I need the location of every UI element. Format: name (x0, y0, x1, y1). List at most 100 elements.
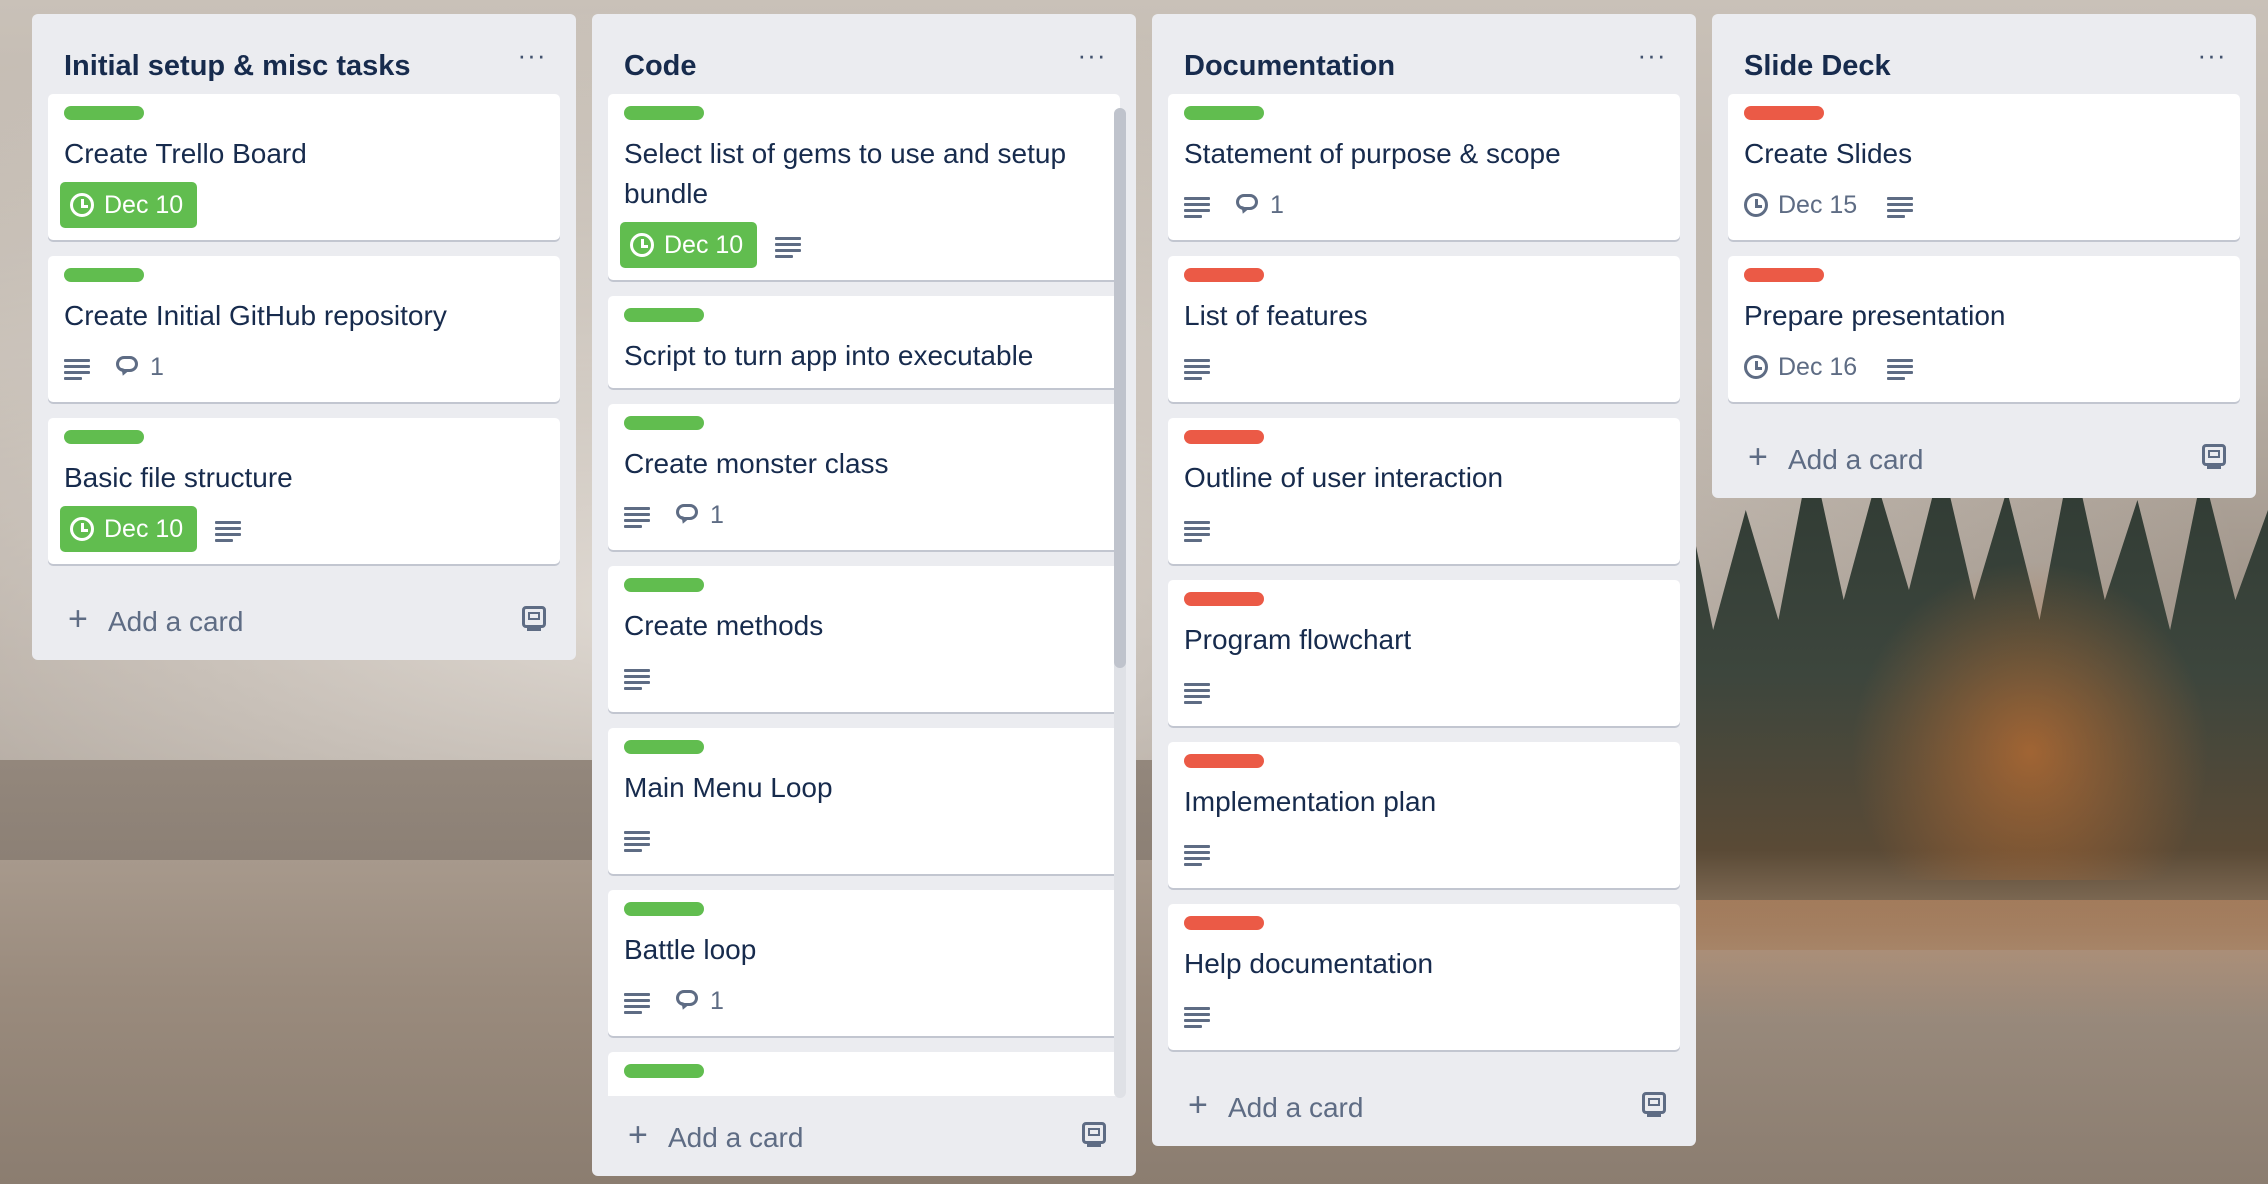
due-date-badge[interactable]: Dec 16 (1744, 344, 1869, 390)
list-title[interactable]: Documentation (1184, 50, 1395, 83)
card-label-green[interactable] (64, 268, 144, 282)
card[interactable]: Statement of purpose & scope 1 (1168, 94, 1680, 240)
card[interactable]: Implementation plan (1168, 742, 1680, 888)
description-icon (1184, 681, 1210, 704)
clock-icon (1744, 355, 1768, 379)
card-badges: Dec 10 (60, 506, 544, 552)
card-badges (624, 816, 1104, 862)
card-label-red[interactable] (1744, 268, 1824, 282)
card-label-red[interactable] (1744, 106, 1824, 120)
card-label-green[interactable] (624, 106, 704, 120)
card-template-icon[interactable] (2202, 444, 2226, 469)
list-header: Slide Deck ··· (1712, 14, 2256, 94)
comment-count: 1 (710, 986, 724, 1015)
card-label-green[interactable] (624, 740, 704, 754)
plus-icon: + (628, 1116, 648, 1154)
vertical-scrollbar[interactable] (1114, 108, 1126, 1098)
more-horizontal-icon[interactable]: ··· (1632, 40, 1672, 70)
card-label-red[interactable] (1184, 754, 1264, 768)
scrollbar-thumb[interactable] (1114, 108, 1126, 668)
list-title[interactable]: Slide Deck (1744, 50, 1891, 83)
card-label-green[interactable] (64, 106, 144, 120)
card-label-green[interactable] (624, 578, 704, 592)
card[interactable]: Battle loop 1 (608, 890, 1120, 1036)
clock-icon (70, 193, 94, 217)
card-label-red[interactable] (1184, 592, 1264, 606)
card-label-green[interactable] (624, 1064, 704, 1078)
add-card-button[interactable]: + Add a card (1712, 418, 2256, 498)
due-date-badge[interactable]: Dec 10 (620, 222, 758, 268)
comment-count: 1 (150, 352, 164, 381)
card[interactable]: Program flowchart (1168, 580, 1680, 726)
description-icon (624, 991, 650, 1014)
description-icon (624, 505, 650, 528)
card[interactable]: Script to turn app into executable (608, 296, 1120, 388)
card-label-red[interactable] (1184, 268, 1264, 282)
due-date-badge[interactable]: Dec 10 (60, 182, 198, 228)
card-list: Statement of purpose & scope 1 List of fea… (1152, 94, 1696, 1050)
card[interactable]: Create monster class 1 (608, 404, 1120, 550)
card-label-green[interactable] (624, 902, 704, 916)
card[interactable]: Create Initial GitHub repository 1 (48, 256, 560, 402)
list-title[interactable]: Initial setup & misc tasks (64, 50, 411, 83)
card-label-green[interactable] (624, 416, 704, 430)
due-date-text: Dec 10 (664, 230, 744, 259)
list-header: Code ··· (592, 14, 1136, 94)
add-card-label: Add a card (1788, 444, 1924, 475)
card[interactable]: Help documentation (1168, 904, 1680, 1050)
card[interactable]: Create methods (608, 566, 1120, 712)
card-label-green[interactable] (624, 308, 704, 322)
card[interactable]: List of features (1168, 256, 1680, 402)
card-title: Select list of gems to use and setup bun… (624, 138, 1067, 209)
card-title: Basic file structure (64, 462, 293, 493)
card-title: Battle loop (624, 934, 757, 965)
comment-count: 1 (710, 500, 724, 529)
card[interactable]: Main Menu Loop (608, 728, 1120, 874)
card[interactable]: Create Trello Board Dec 10 (48, 94, 560, 240)
due-date-badge[interactable]: Dec 15 (1744, 182, 1869, 228)
card-badges: 1 (64, 344, 544, 390)
card-template-icon[interactable] (1082, 1122, 1106, 1147)
comment-count: 1 (1270, 190, 1284, 219)
description-icon (1887, 357, 1914, 380)
card[interactable] (608, 1052, 1120, 1096)
card-badges (624, 654, 1104, 700)
more-horizontal-icon[interactable]: ··· (2192, 40, 2232, 70)
card-badges: 1 (624, 978, 1104, 1024)
card-badges (1184, 992, 1664, 1038)
due-date-badge[interactable]: Dec 10 (60, 506, 198, 552)
add-card-label: Add a card (1228, 1092, 1364, 1123)
add-card-button[interactable]: + Add a card (592, 1096, 1136, 1176)
card[interactable]: Basic file structure Dec 10 (48, 418, 560, 564)
more-horizontal-icon[interactable]: ··· (512, 40, 552, 70)
list-3: Documentation ··· Statement of purpose & s… (1152, 14, 1696, 1146)
card-label-green[interactable] (1184, 106, 1264, 120)
plus-icon: + (68, 600, 88, 638)
card-badges (1184, 668, 1664, 714)
list-header: Documentation ··· (1152, 14, 1696, 94)
list-1: Initial setup & misc tasks ··· Create Trel… (32, 14, 576, 660)
card[interactable]: Select list of gems to use and setup bun… (608, 94, 1120, 280)
add-card-button[interactable]: + Add a card (1152, 1066, 1696, 1146)
card-badges (1184, 506, 1664, 552)
card-label-red[interactable] (1184, 430, 1264, 444)
description-icon (215, 519, 242, 542)
card-title: Implementation plan (1184, 786, 1437, 817)
card-template-icon[interactable] (1642, 1092, 1666, 1117)
list-title[interactable]: Code (624, 50, 697, 83)
card[interactable]: Outline of user interaction (1168, 418, 1680, 564)
card-title: Help documentation (1184, 948, 1434, 979)
card[interactable]: Create Slides Dec 15 (1728, 94, 2240, 240)
more-horizontal-icon[interactable]: ··· (1072, 40, 1112, 70)
add-card-button[interactable]: + Add a card (32, 580, 576, 660)
card[interactable]: Prepare presentation Dec 16 (1728, 256, 2240, 402)
card-title: Program flowchart (1184, 624, 1412, 655)
due-date-text: Dec 16 (1778, 352, 1858, 381)
card-template-icon[interactable] (522, 606, 546, 631)
card-label-green[interactable] (64, 430, 144, 444)
description-icon (64, 357, 90, 380)
card-title: Create Slides (1744, 138, 1913, 169)
card-badges: Dec 10 (60, 182, 544, 228)
card-label-red[interactable] (1184, 916, 1264, 930)
description-icon (775, 235, 802, 258)
